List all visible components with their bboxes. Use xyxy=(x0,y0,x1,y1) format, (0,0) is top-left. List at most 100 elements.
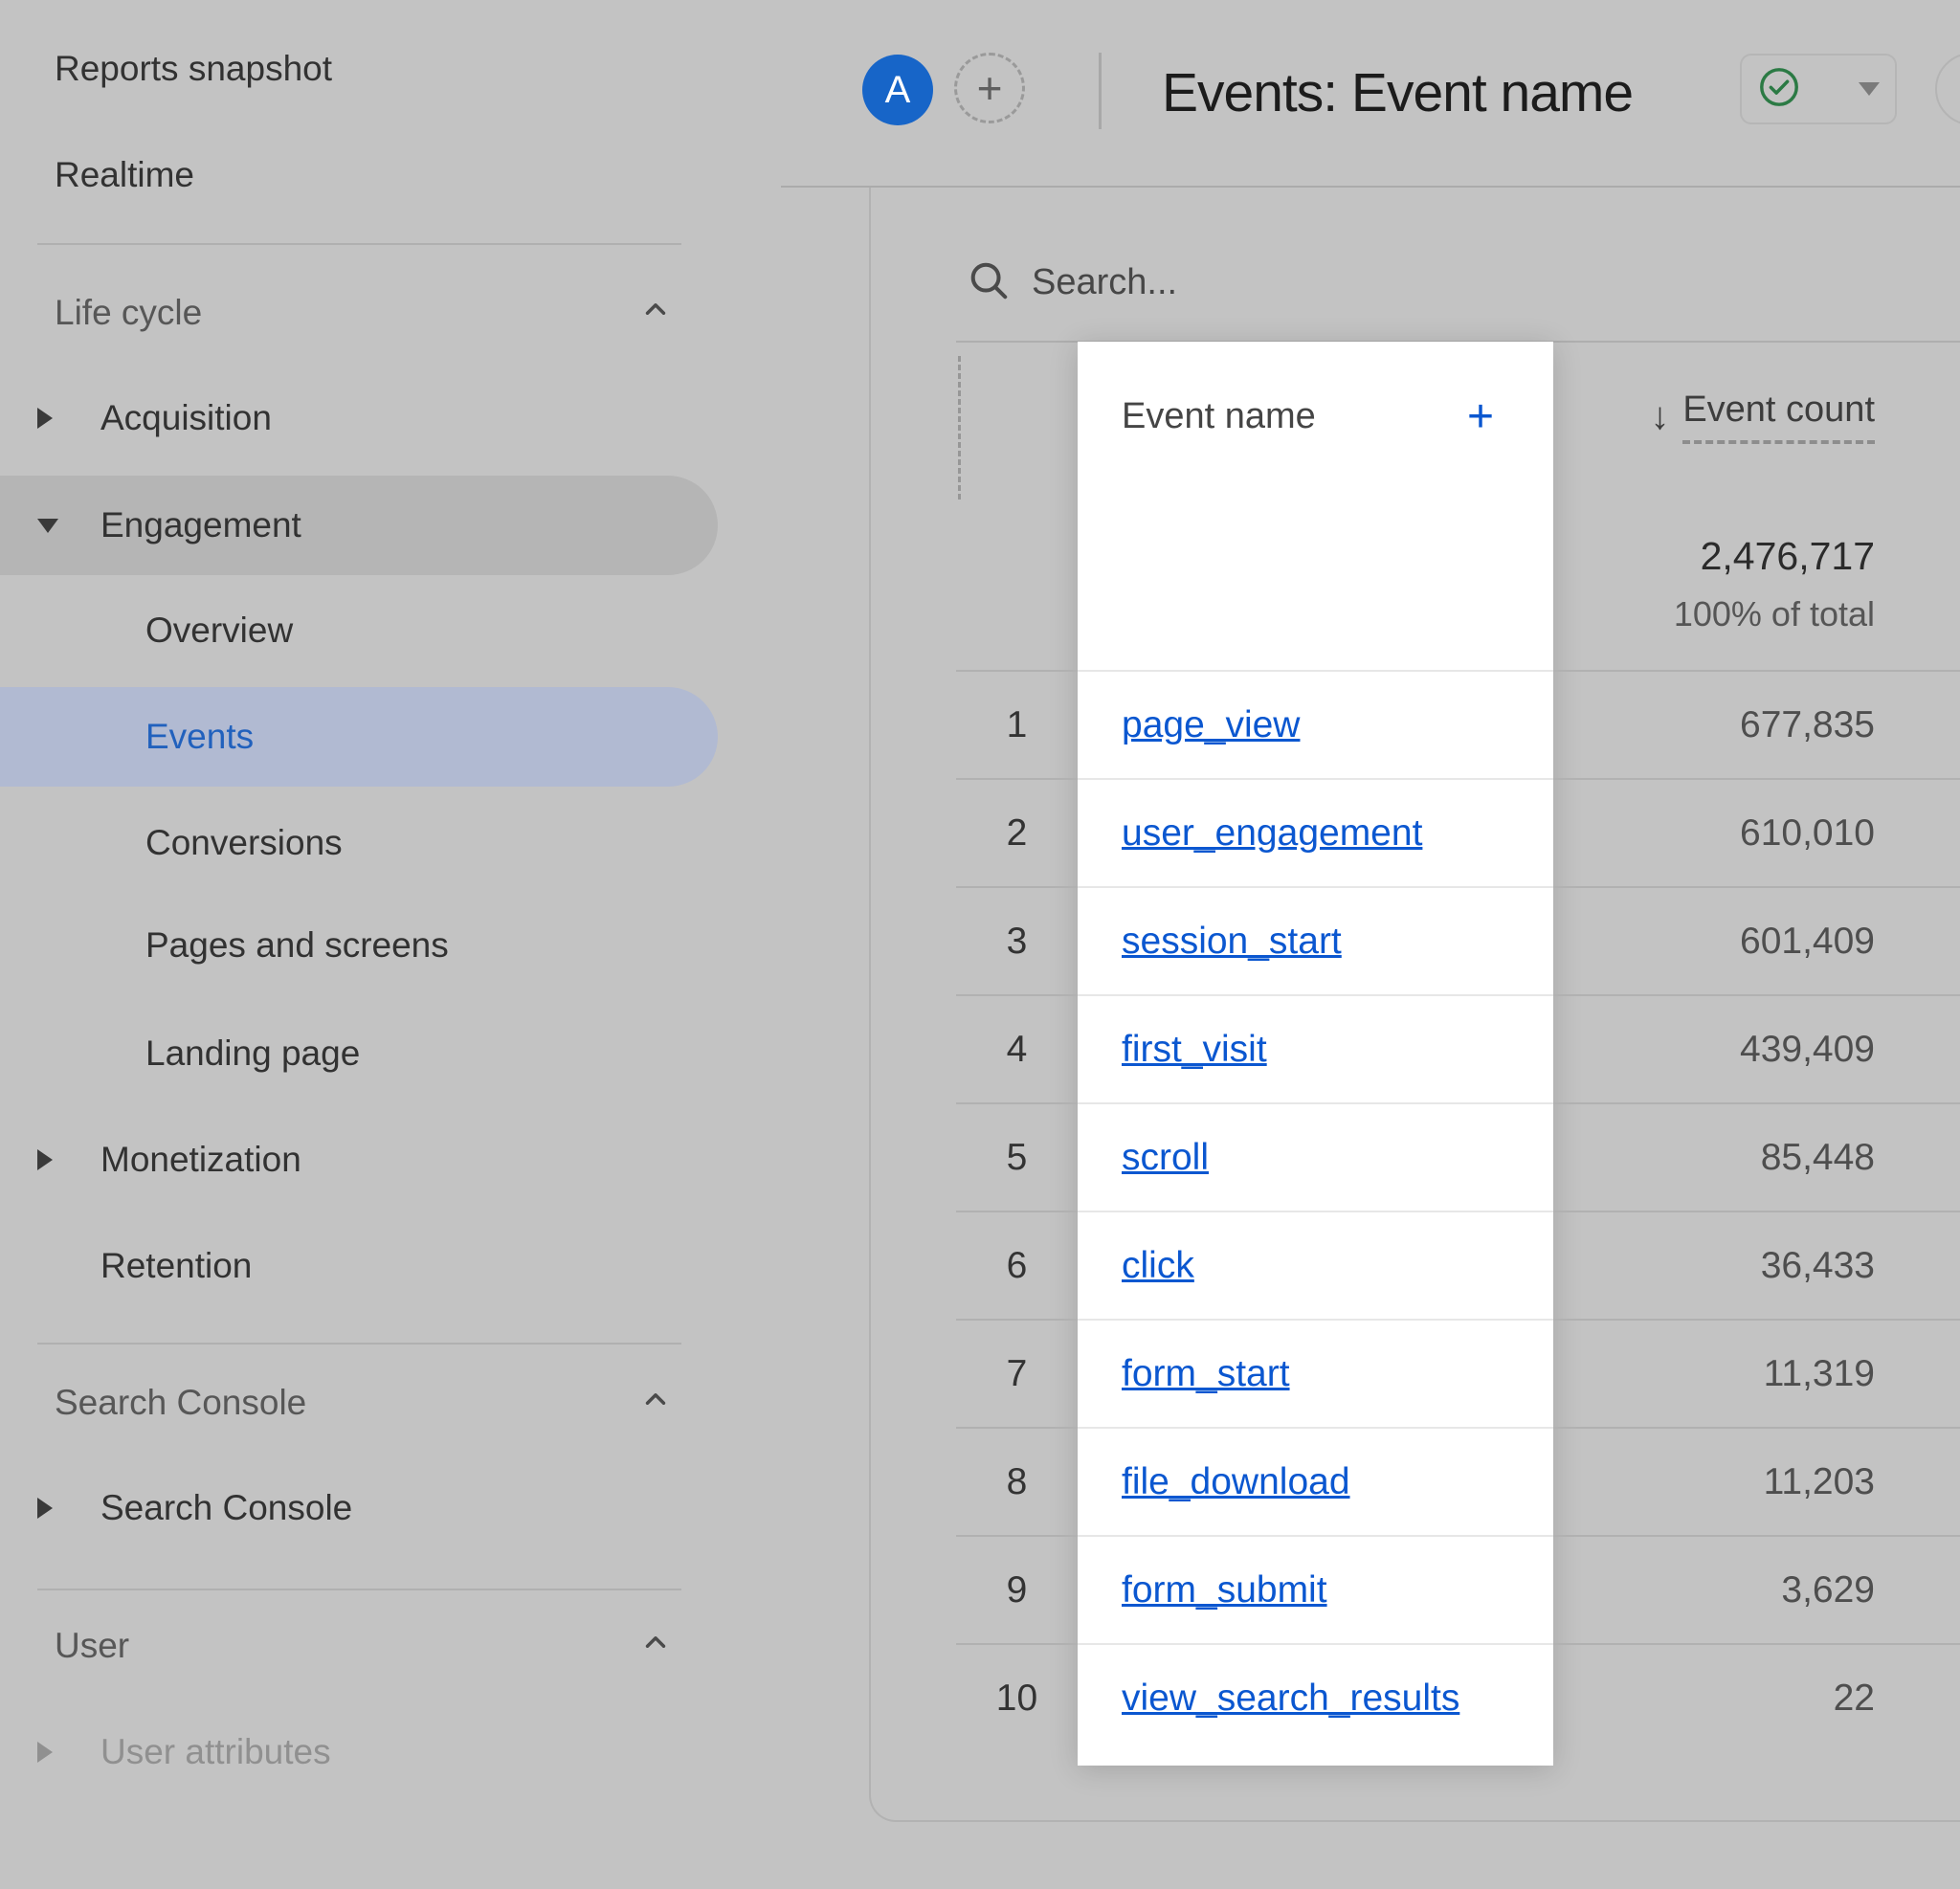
sidebar-item-label: Realtime xyxy=(55,155,194,195)
sidebar-item-engagement[interactable]: Engagement xyxy=(0,476,718,575)
table-row: 7 form_start 11,319 xyxy=(956,1319,1960,1427)
sidebar-item-acquisition[interactable]: Acquisition xyxy=(0,370,720,466)
row-count: 439,409 xyxy=(1553,994,1960,1102)
row-count: 85,448 xyxy=(1553,1102,1960,1211)
sidebar-section-life-cycle[interactable]: Life cycle xyxy=(0,265,720,361)
sidebar-item-realtime[interactable]: Realtime xyxy=(0,127,720,223)
row-count: 22 xyxy=(1553,1643,1960,1751)
add-comparison-button[interactable]: + xyxy=(954,53,1025,123)
row-count: 11,203 xyxy=(1553,1427,1960,1535)
sidebar-item-conversions[interactable]: Conversions xyxy=(0,795,720,891)
total-percent: 100% of total xyxy=(1674,594,1875,634)
partial-toolbar-button[interactable] xyxy=(1935,53,1960,125)
sidebar-divider xyxy=(37,1589,681,1590)
triangle-right-icon xyxy=(37,408,53,429)
sidebar-section-label: Search Console xyxy=(55,1383,306,1423)
sidebar-section-label: Life cycle xyxy=(55,293,202,333)
row-count: 11,319 xyxy=(1553,1319,1960,1427)
sidebar-item-label: Acquisition xyxy=(100,398,272,438)
event-link[interactable]: user_engagement xyxy=(1122,812,1422,855)
report-status-chip[interactable] xyxy=(1740,54,1897,124)
sidebar-section-user[interactable]: User xyxy=(0,1598,720,1694)
sidebar-item-overview[interactable]: Overview xyxy=(0,583,720,678)
row-count: 36,433 xyxy=(1553,1211,1960,1319)
event-link[interactable]: first_visit xyxy=(1122,1029,1267,1071)
sidebar-item-retention[interactable]: Retention xyxy=(0,1218,720,1314)
chevron-down-icon xyxy=(1859,82,1880,96)
sidebar-item-pages-and-screens[interactable]: Pages and screens xyxy=(0,898,720,993)
row-rank: 6 xyxy=(956,1211,1078,1319)
sidebar-item-label: Overview xyxy=(145,611,293,651)
chevron-up-icon xyxy=(639,293,672,334)
event-link[interactable]: form_submit xyxy=(1122,1569,1327,1611)
event-link[interactable]: scroll xyxy=(1122,1137,1209,1179)
event-link[interactable]: session_start xyxy=(1122,921,1342,963)
table-row: 2 user_engagement 610,010 xyxy=(956,778,1960,886)
add-dimension-button[interactable]: + xyxy=(1467,390,1494,443)
search-input[interactable]: Search... xyxy=(967,253,1637,312)
sidebar-item-label: Landing page xyxy=(145,1033,360,1074)
event-count-column-header[interactable]: ↓ Event count xyxy=(1553,375,1960,457)
chevron-up-icon xyxy=(639,1626,672,1667)
row-count: 610,010 xyxy=(1553,778,1960,886)
triangle-right-icon xyxy=(37,1742,53,1763)
row-rank: 10 xyxy=(956,1643,1078,1751)
sort-descending-icon: ↓ xyxy=(1650,395,1669,438)
search-icon xyxy=(967,258,1011,307)
sidebar-item-label: Engagement xyxy=(100,505,301,545)
event-link[interactable]: page_view xyxy=(1122,704,1300,746)
sidebar-divider xyxy=(37,243,681,245)
sidebar-item-reports-snapshot[interactable]: Reports snapshot xyxy=(0,21,720,117)
sidebar-item-label: Events xyxy=(145,717,254,757)
header-divider xyxy=(1099,53,1102,129)
comparison-avatar[interactable]: A xyxy=(862,55,933,125)
sidebar-item-label: Monetization xyxy=(100,1140,301,1180)
sidebar-item-label: Retention xyxy=(100,1246,252,1286)
table-row: 8 file_download 11,203 xyxy=(956,1427,1960,1535)
table-row: 10 view_search_results 22 xyxy=(956,1643,1960,1751)
triangle-down-icon xyxy=(37,519,58,533)
row-rank: 1 xyxy=(956,670,1078,778)
event-count-header-label: Event count xyxy=(1682,389,1875,444)
sidebar-item-events[interactable]: Events xyxy=(0,687,718,787)
event-link[interactable]: file_download xyxy=(1122,1461,1350,1503)
triangle-right-icon xyxy=(37,1498,53,1519)
sidebar-section-label: User xyxy=(55,1626,129,1666)
event-link[interactable]: form_start xyxy=(1122,1353,1290,1395)
report-nav-sidebar: Reports snapshot Realtime Life cycle Acq… xyxy=(0,0,720,1889)
row-count: 3,629 xyxy=(1553,1535,1960,1643)
row-rank: 4 xyxy=(956,994,1078,1102)
table-header-row: Event name + ↓ Event count xyxy=(956,375,1960,457)
sidebar-item-search-console[interactable]: Search Console xyxy=(0,1460,720,1556)
table-row: 4 first_visit 439,409 xyxy=(956,994,1960,1102)
row-rank: 3 xyxy=(956,886,1078,994)
sidebar-item-label: Conversions xyxy=(145,823,343,863)
sidebar-item-monetization[interactable]: Monetization xyxy=(0,1112,720,1208)
event-link[interactable]: view_search_results xyxy=(1122,1678,1459,1720)
event-link[interactable]: click xyxy=(1122,1245,1194,1287)
sidebar-divider xyxy=(37,1343,681,1345)
sidebar-item-label: Pages and screens xyxy=(145,925,449,966)
table-row: 6 click 36,433 xyxy=(956,1211,1960,1319)
page-title: Events: Event name xyxy=(1162,57,1633,128)
table-row: 1 page_view 677,835 xyxy=(956,670,1960,778)
sidebar-item-user-attributes[interactable]: User attributes xyxy=(0,1704,720,1800)
row-rank: 9 xyxy=(956,1535,1078,1643)
row-count: 601,409 xyxy=(1553,886,1960,994)
search-placeholder: Search... xyxy=(1032,262,1177,303)
sidebar-item-label: Reports snapshot xyxy=(55,49,332,89)
row-rank: 2 xyxy=(956,778,1078,886)
plus-icon: + xyxy=(977,62,1003,114)
sidebar-section-search-console[interactable]: Search Console xyxy=(0,1355,720,1451)
sidebar-item-label: Search Console xyxy=(100,1488,352,1528)
row-rank: 7 xyxy=(956,1319,1078,1427)
row-count: 677,835 xyxy=(1553,670,1960,778)
check-circle-icon xyxy=(1757,65,1801,114)
row-rank: 8 xyxy=(956,1427,1078,1535)
rank-column-header xyxy=(956,375,1078,457)
sidebar-item-landing-page[interactable]: Landing page xyxy=(0,1006,720,1101)
table-body: 1 page_view 677,835 2 user_engagement 61… xyxy=(956,670,1960,1751)
row-rank: 5 xyxy=(956,1102,1078,1211)
table-row: 5 scroll 85,448 xyxy=(956,1102,1960,1211)
table-row: 9 form_submit 3,629 xyxy=(956,1535,1960,1643)
